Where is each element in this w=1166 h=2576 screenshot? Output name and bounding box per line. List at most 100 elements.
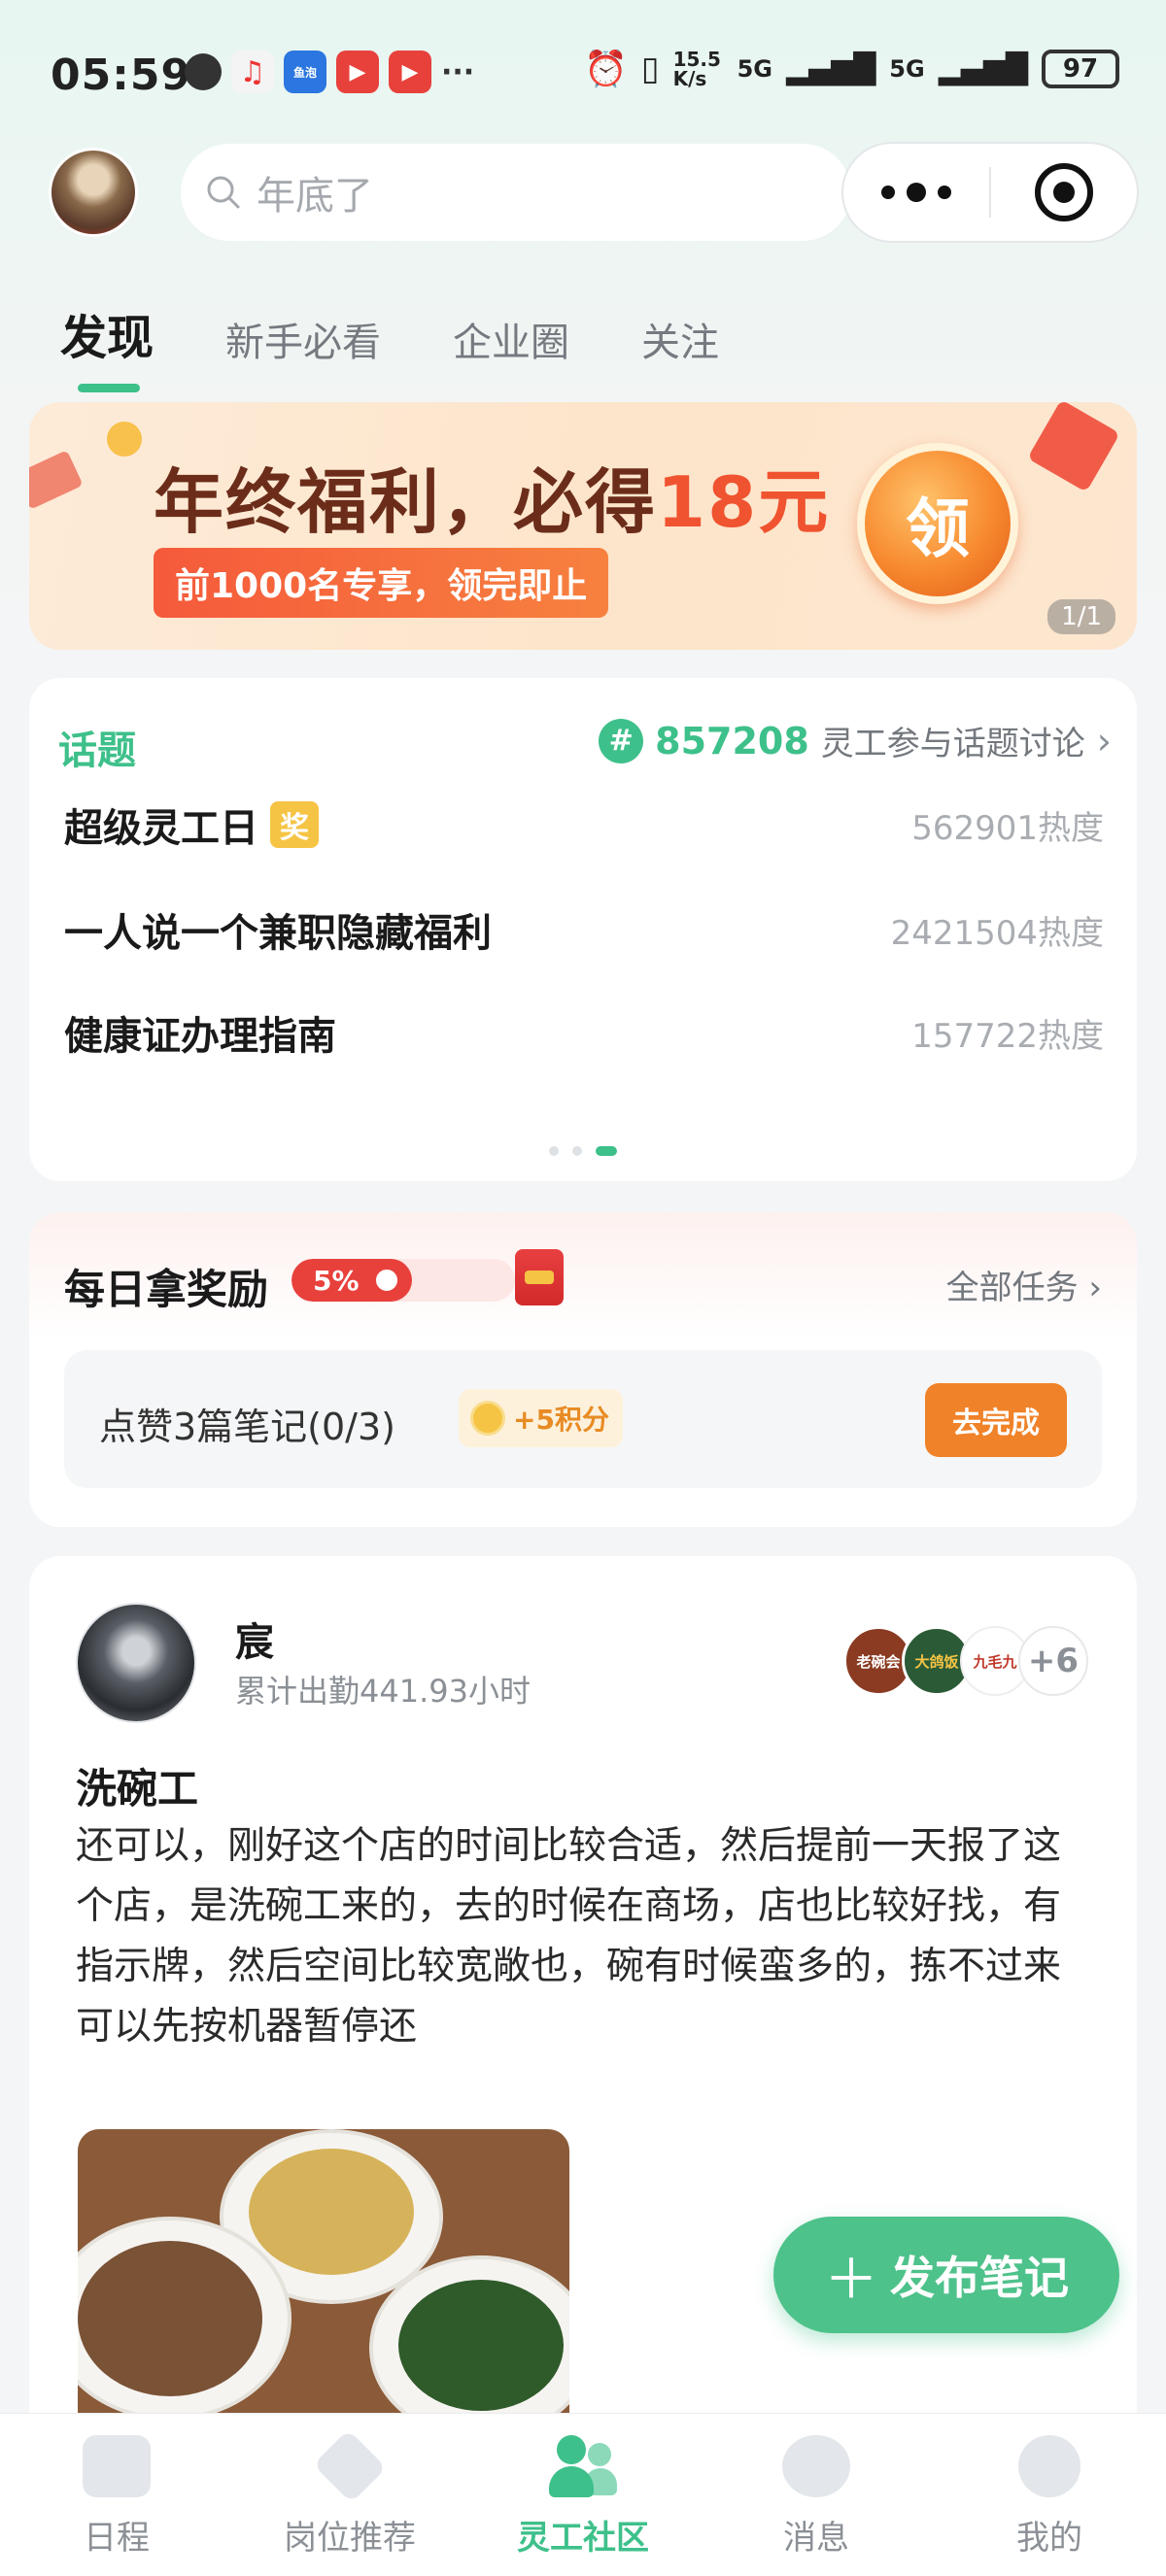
- close-miniapp-button[interactable]: [991, 163, 1137, 221]
- topic-heat: 2421504热度: [890, 913, 1104, 953]
- task-item: 点赞3篇笔记(0/3) +5积分 去完成: [64, 1350, 1102, 1488]
- pager-dot-active: [596, 1146, 617, 1156]
- topics-label: 话题: [58, 729, 136, 773]
- tabbar-item-jobs[interactable]: 岗位推荐: [233, 2414, 466, 2576]
- publish-note-button[interactable]: ＋ 发布笔记: [773, 2217, 1119, 2333]
- post-title: 洗碗工: [76, 1765, 199, 1813]
- tab-following[interactable]: 关注: [641, 311, 719, 367]
- tabbar-label: 日程: [84, 2519, 150, 2558]
- fish-live-app-icon: 鱼泡: [284, 51, 326, 93]
- dot-icon: [881, 186, 895, 199]
- vibrate-icon: ▯: [640, 50, 660, 88]
- banner-amount: 18元: [657, 461, 831, 543]
- coin-icon: [470, 1401, 505, 1436]
- topic-name: 超级灵工日: [64, 806, 258, 851]
- search-icon: [207, 176, 240, 209]
- video-app2-icon: ▶: [389, 51, 431, 93]
- topic-heat: 157722热度: [911, 1016, 1104, 1056]
- food-shape: [398, 2280, 564, 2411]
- award-badge: 奖: [270, 801, 319, 848]
- dot-icon: [938, 186, 951, 199]
- pager-dot: [549, 1146, 559, 1156]
- author-avatar[interactable]: [76, 1603, 196, 1723]
- video-app-icon: ▶: [336, 51, 379, 93]
- topic-item[interactable]: 超级灵工日 奖 562901热度: [64, 797, 1104, 853]
- tabbar-item-schedule[interactable]: 日程: [0, 2414, 233, 2576]
- tabbar-label: 灵工社区: [517, 2519, 649, 2558]
- tab-company-circle[interactable]: 企业圈: [453, 311, 569, 367]
- daily-reward-card: 每日拿奖励 5% 全部任务 › 点赞3篇笔记(0/3) +5积分 去完成: [29, 1212, 1137, 1527]
- pager-dot: [572, 1146, 582, 1156]
- banner-page-indicator: 1/1: [1047, 599, 1115, 634]
- food-shape: [78, 2241, 262, 2396]
- points-badge: +5积分: [459, 1389, 623, 1447]
- search-input[interactable]: 年底了: [181, 144, 851, 241]
- topic-name: 健康证办理指南: [64, 1014, 336, 1059]
- battery-level: 97: [1062, 54, 1099, 84]
- post-card[interactable]: 宸 累计出勤441.93小时 老碗会 大鸽饭 九毛九 +6 洗碗工 还可以，刚好…: [29, 1556, 1137, 2537]
- chat-notification-icon: [185, 53, 222, 90]
- reward-progress-bar: 5%: [292, 1259, 515, 1302]
- coin-decoration-icon: [107, 422, 142, 457]
- tab-discover[interactable]: 发现: [60, 299, 154, 392]
- carousel-pager: [29, 1146, 1137, 1156]
- banner-title-text: 年终福利，必得: [154, 461, 658, 543]
- topic-name-wrap: 超级灵工日 奖: [64, 797, 319, 853]
- profile-icon: [1018, 2435, 1080, 2497]
- reward-progress-label: 5%: [313, 1264, 360, 1297]
- topic-heat: 562901热度: [911, 808, 1104, 848]
- signal-5g-label: 5G: [737, 55, 772, 83]
- author-name[interactable]: 宸: [235, 1610, 274, 1667]
- progress-knob: [371, 1265, 402, 1296]
- chevron-right-icon: ›: [1096, 719, 1112, 763]
- network-speed: 15.5 K/s: [672, 48, 721, 90]
- tabbar-label: 我的: [1016, 2519, 1082, 2558]
- search-placeholder: 年底了: [257, 174, 373, 219]
- layers-icon: [313, 2429, 387, 2503]
- battery-icon: 97: [1042, 50, 1119, 88]
- miniapp-capsule: [841, 142, 1139, 243]
- daily-reward-title: 每日拿奖励: [64, 1266, 269, 1313]
- more-notifications-icon: ···: [441, 54, 475, 89]
- signal-bars-icon-2: ▂▄▆█: [938, 51, 1028, 86]
- topic-name: 一人说一个兼职隐藏福利: [64, 911, 492, 956]
- red-envelope-decoration-icon: [29, 450, 84, 510]
- alarm-icon: ⏰: [584, 50, 628, 89]
- tab-beginner-guide[interactable]: 新手必看: [225, 311, 381, 367]
- all-tasks-label: 全部任务: [945, 1269, 1079, 1307]
- tabbar-item-community[interactable]: 灵工社区: [466, 2414, 700, 2576]
- more-logos-count: +6: [1018, 1626, 1088, 1696]
- hashtag-icon: #: [599, 718, 644, 763]
- notification-icons: ♫ 鱼泡 ▶ ▶ ···: [185, 51, 474, 93]
- tabbar-item-profile[interactable]: 我的: [933, 2414, 1166, 2576]
- signal-5g-label-2: 5G: [889, 55, 925, 83]
- banner-title: 年终福利，必得18元: [154, 445, 830, 547]
- task-text: 点赞3篇笔记(0/3): [99, 1406, 395, 1448]
- author-hours: 累计出勤441.93小时: [235, 1673, 531, 1710]
- topic-name-wrap: 一人说一个兼职隐藏福利: [64, 901, 492, 958]
- topics-description: 灵工参与话题讨论: [820, 725, 1085, 763]
- topics-card: 话题 # 857208 灵工参与话题讨论 › 超级灵工日 奖 562901热度 …: [29, 678, 1137, 1181]
- all-tasks-link[interactable]: 全部任务 ›: [946, 1261, 1102, 1308]
- dot-icon: [907, 183, 926, 202]
- points-label: +5积分: [513, 1404, 609, 1436]
- promo-banner[interactable]: 年终福利，必得18元 前1000名专享，领完即止 领 1/1: [29, 402, 1137, 650]
- company-logos[interactable]: 老碗会 大鸽饭 九毛九 +6: [843, 1626, 1088, 1696]
- post-body: 还可以，刚好这个店的时间比较合适，然后提前一天报了这个店，是洗碗工来的，去的时候…: [76, 1824, 1062, 2049]
- claim-button[interactable]: 领: [857, 443, 1018, 604]
- topics-participation-link[interactable]: # 857208 灵工参与话题讨论 ›: [599, 717, 1112, 764]
- user-avatar[interactable]: [49, 148, 138, 237]
- message-icon: [782, 2435, 850, 2497]
- calendar-icon: [83, 2435, 151, 2497]
- topic-item[interactable]: 一人说一个兼职隐藏福利 2421504热度: [64, 901, 1104, 958]
- tabbar-item-messages[interactable]: 消息: [700, 2414, 933, 2576]
- topics-count: 857208: [655, 719, 809, 763]
- complete-task-button[interactable]: 去完成: [925, 1383, 1067, 1457]
- more-options-button[interactable]: [843, 144, 989, 241]
- status-bar: 05:59 ♫ 鱼泡 ▶ ▶ ··· ⏰ ▯ 15.5 K/s 5G ▂▄▆█ …: [0, 0, 1166, 146]
- red-envelope-decoration-icon: [1027, 402, 1120, 492]
- plus-icon: ＋: [824, 2248, 878, 2312]
- topic-item[interactable]: 健康证办理指南 157722热度: [64, 1004, 1104, 1061]
- gift-box-icon: [515, 1249, 564, 1305]
- food-shape: [249, 2149, 414, 2275]
